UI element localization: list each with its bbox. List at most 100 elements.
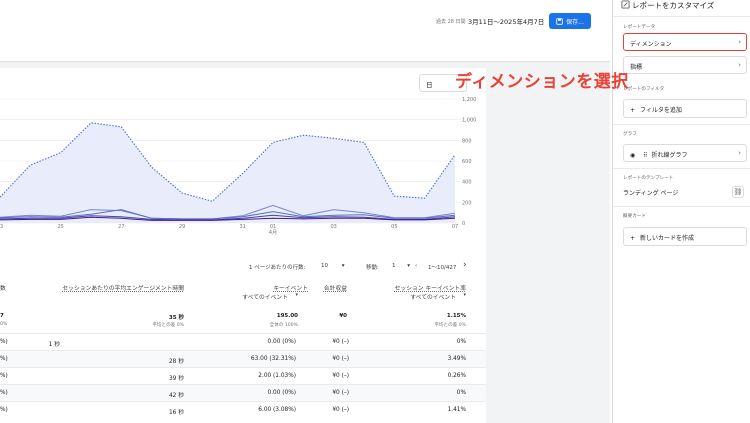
col-key-events-header[interactable]: キーイベント <box>273 283 308 292</box>
summary-card-label: 概要カード <box>623 214 646 219</box>
rows-per-page-value: 10 <box>321 263 328 269</box>
sidebar-title: レポートをカスタマイズ <box>632 1 715 10</box>
report-template-value: ランディング ページ <box>623 190 679 197</box>
graph-type-value: 折れ線グラフ <box>651 152 688 159</box>
rows-per-page-label: 1 ページあたりの行数: <box>249 265 306 271</box>
chevron-right-icon: › <box>738 38 741 46</box>
row-col0: %) <box>0 390 8 396</box>
graph-type-item[interactable]: ◉ ⠿ 折れ線グラフ › <box>623 144 747 162</box>
goto-value: 1 <box>392 263 396 269</box>
row-revenue: ¥0 (–) <box>332 407 349 413</box>
create-card-label: 新しいカードを作成 <box>639 235 694 242</box>
row-key-event-rate: 3.49% <box>447 356 466 362</box>
col-key-event-rate-header[interactable]: セッション キーイベント率 <box>395 283 466 292</box>
row-key-event-rate: 1.41% <box>447 407 466 413</box>
x-tick-label: 05 <box>391 224 397 230</box>
row-avg-engagement: 16 秒 <box>168 410 184 416</box>
y-tick-label: 1,200 <box>462 97 476 103</box>
col-key-event-rate-sub[interactable]: すべてのイベント <box>410 292 456 301</box>
row-col0: %) <box>0 373 8 379</box>
create-card-button[interactable]: + 新しいカードを作成 <box>623 227 747 246</box>
drag-handle-icon[interactable]: ⠿ <box>643 152 647 159</box>
row-revenue: ¥0 (–) <box>332 373 349 379</box>
goto-select[interactable]: 1 ▾ <box>392 263 410 269</box>
col-key-events-sub[interactable]: すべてのイベント <box>242 292 288 301</box>
row-key-events: 63.00 (32.31%) <box>250 356 296 362</box>
x-tick-label: 07 <box>452 224 458 230</box>
divider <box>613 168 750 169</box>
x-tick-label: 31 <box>239 224 245 230</box>
x-tick-label: 23 <box>0 224 3 230</box>
divider <box>613 16 750 17</box>
plus-icon: + <box>630 107 636 114</box>
row-col0: %) <box>0 356 8 362</box>
row-avg-engagement: 42 秒 <box>168 393 184 399</box>
rows-per-page-select[interactable]: 10 ▾ <box>321 263 345 269</box>
row-revenue: ¥0 (–) <box>332 356 349 362</box>
x-tick-label: 27 <box>118 224 124 230</box>
table-row[interactable]: %) 42 秒 0.00 (0%) ¥0 (–) 0% <box>0 384 486 401</box>
total-col0: 7 <box>0 313 4 319</box>
next-page-icon[interactable]: › <box>463 260 467 270</box>
total-avg-engagement: 35 秒 <box>168 315 184 321</box>
total-key-event-rate: 1.15% <box>446 313 466 319</box>
add-filter-button[interactable]: + フィルタを追加 <box>623 99 747 118</box>
dimension-item[interactable]: ディメンション › <box>623 33 747 51</box>
x-tick-label: 25 <box>57 224 63 230</box>
total-key-events: 195.00 <box>276 313 298 319</box>
row-revenue: ¥0 (–) <box>332 339 349 345</box>
row-key-events: 6.00 (3.08%) <box>258 407 296 413</box>
col-avg-engagement-header[interactable]: セッションあたりの平均エンゲージメント時間 <box>62 283 184 292</box>
series-area <box>0 122 455 223</box>
annotation-overlay-text: ディメンションを選択 <box>455 72 629 92</box>
edit-report-icon <box>621 0 630 9</box>
unlink-template-icon[interactable]: ⛓ <box>732 186 744 198</box>
y-tick-label: 800 <box>462 138 472 144</box>
col0-header[interactable]: 数 <box>0 283 6 292</box>
chevron-right-icon: › <box>738 61 741 69</box>
row-key-event-rate: 0.26% <box>447 373 466 379</box>
chevron-down-icon: ▾ <box>341 263 345 269</box>
eye-icon[interactable]: ◉ <box>630 152 635 159</box>
row-avg-engagement: 28 秒 <box>168 359 184 365</box>
total-key-events-sub: 全体の 100% <box>269 323 298 328</box>
total-col0-sub: 0% <box>0 322 8 327</box>
row-key-events: 0.00 (0%) <box>267 339 296 345</box>
x-tick-label: 03 <box>330 224 336 230</box>
y-tick-label: 600 <box>462 159 472 165</box>
total-revenue: ¥0 <box>339 313 347 319</box>
row-key-events: 2.00 (1.03%) <box>258 373 296 379</box>
save-button[interactable]: 保存... <box>549 13 591 29</box>
metrics-item[interactable]: 指標 › <box>623 56 747 74</box>
table-row[interactable]: %) 1 秒 0.00 (0%) ¥0 (–) 0% <box>0 333 486 350</box>
customize-report-sidebar: レポートをカスタマイズ レポートデータ ディメンション › 指標 › レポートの… <box>612 0 750 423</box>
report-template-label: レポートのテンプレート <box>623 176 674 181</box>
line-chart: 1,2001,0008006004002000 2325272931010305… <box>0 97 476 236</box>
row-revenue: ¥0 (–) <box>332 390 349 396</box>
divider <box>613 124 750 125</box>
row-key-event-rate: 0% <box>456 390 466 396</box>
y-tick-label: 400 <box>462 180 472 186</box>
chevron-down-icon[interactable]: ▾ <box>295 292 298 298</box>
save-icon <box>556 17 563 25</box>
chevron-down-icon: ▾ <box>407 263 411 269</box>
row-avg-engagement: 1 秒 <box>48 342 60 348</box>
chevron-down-icon[interactable]: ▾ <box>463 292 466 298</box>
table-row[interactable]: %) 39 秒 2.00 (1.03%) ¥0 (–) 0.26% <box>0 367 486 384</box>
row-key-events: 0.00 (0%) <box>267 390 296 396</box>
y-tick-label: 200 <box>462 200 472 206</box>
y-tick-label: 0 <box>462 221 465 227</box>
main-panel: 過去 28 日間 3月11日～2025年4月7日 保存... 日 1,200 1,… <box>0 0 610 423</box>
graph-label: グラフ <box>623 132 637 137</box>
row-col0: %) <box>0 339 8 345</box>
page-range: 1〜10/427 <box>428 265 457 271</box>
total-avg-engagement-sub: 平均との差 0% <box>152 323 184 328</box>
goto-label: 移動: <box>366 265 379 271</box>
table-row[interactable]: %) 28 秒 63.00 (32.31%) ¥0 (–) 3.49% <box>0 350 486 367</box>
prev-page-icon[interactable]: ‹ <box>415 263 417 269</box>
report-filter-label: レポートのフィルタ <box>623 87 665 92</box>
plus-icon: + <box>630 235 636 242</box>
chevron-right-icon: › <box>738 149 741 157</box>
col-total-revenue-header[interactable]: 合計収益 <box>324 283 347 292</box>
table-row[interactable]: %) 16 秒 6.00 (3.08%) ¥0 (–) 1.41% <box>0 401 486 418</box>
